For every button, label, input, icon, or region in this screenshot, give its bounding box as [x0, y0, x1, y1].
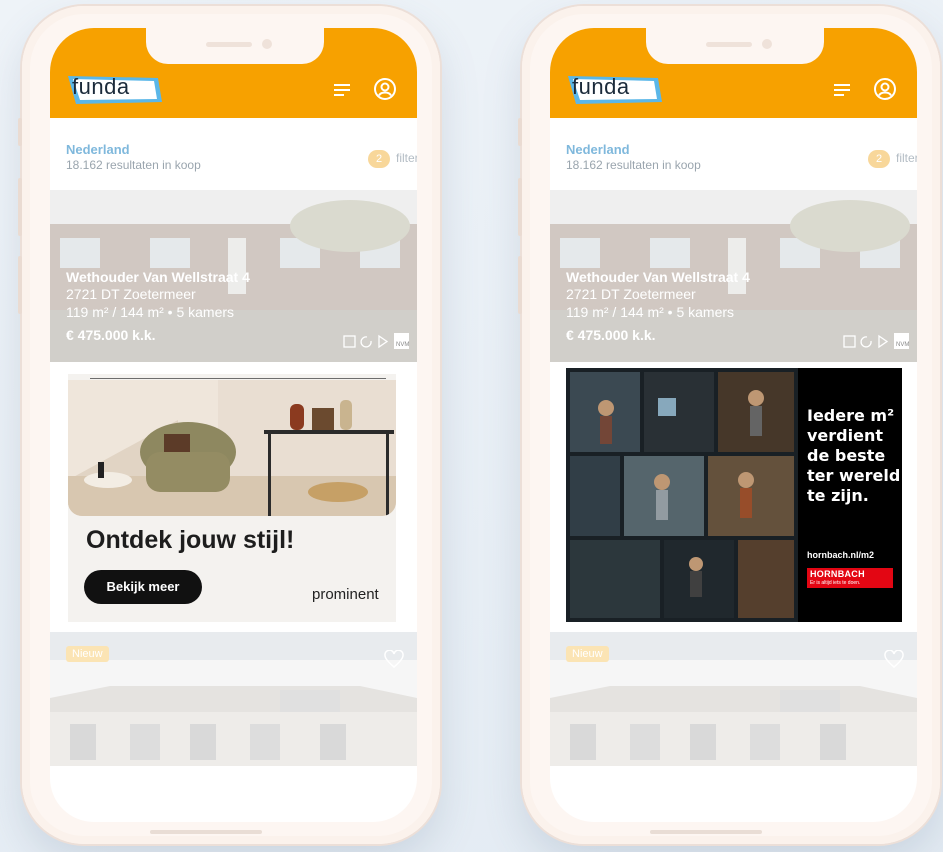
nvm-icon: NVM [394, 333, 409, 349]
nvm-icon: NVM [894, 333, 909, 349]
svg-text:NVM: NVM [896, 342, 909, 348]
ad-divider [90, 378, 386, 379]
listing-media-icons: NVM [343, 333, 409, 349]
filters-button[interactable]: filters [396, 151, 417, 165]
results-count: 18.162 resultaten in koop [566, 158, 701, 172]
ad-slogan: Iedere m² verdient de beste ter wereld t… [807, 406, 900, 506]
listing-info: Wethouder Van Wellstraat 4 2721 DT Zoete… [66, 268, 250, 343]
ad-slogan-line: ter wereld [807, 466, 901, 485]
heart-icon[interactable] [384, 650, 404, 668]
phone-screen: funda Nederland 18.162 resultaten in koo… [50, 28, 417, 822]
speaker [206, 42, 252, 47]
play-icon [378, 334, 389, 349]
phone-right: funda Nederland 18.162 resultaten in koo… [518, 6, 940, 844]
listing-price: € 475.000 k.k. [566, 327, 656, 343]
new-badge: Nieuw [66, 646, 109, 662]
listing-media-icons: NVM [843, 333, 909, 349]
home-indicator [150, 830, 262, 834]
svg-text:NVM: NVM [396, 342, 409, 348]
filters-button[interactable]: filters [896, 151, 917, 165]
heart-icon[interactable] [884, 650, 904, 668]
phone-notch [646, 28, 824, 64]
ad-slogan-line: te zijn. [807, 486, 869, 505]
camera [262, 39, 272, 49]
bookmark-icon [343, 335, 356, 348]
listing-size: 119 m² / 144 m² • 5 kamers [566, 304, 735, 320]
ad-photo-rooms-collage [566, 368, 798, 622]
filter-count-badge[interactable]: 2 [368, 150, 390, 168]
volume-down-button [18, 256, 22, 314]
advertisement-prominent[interactable]: Ontdek jouw stijl! Bekijk meer prominent [68, 374, 396, 622]
volume-up-button [18, 178, 22, 236]
speaker [706, 42, 752, 47]
listing-size: 119 m² / 144 m² • 5 kamers [66, 304, 235, 320]
menu-icon[interactable] [332, 80, 352, 100]
ad-cta-button[interactable]: Bekijk meer [84, 570, 202, 604]
volume-up-button [518, 178, 522, 236]
bookmark-icon [843, 335, 856, 348]
new-badge: Nieuw [566, 646, 609, 662]
ad-slogan-line: de beste [807, 446, 886, 465]
search-location: Nederland [66, 142, 130, 157]
search-location: Nederland [566, 142, 630, 157]
listing-card-second[interactable]: Nieuw [50, 632, 417, 766]
play-icon [878, 334, 889, 349]
results-summary: Nederland 18.162 resultaten in koop 2 fi… [66, 142, 417, 182]
ad-slogan-line: Iedere m² [807, 406, 895, 425]
listing-address: Wethouder Van Wellstraat 4 [566, 269, 750, 285]
listing-address: Wethouder Van Wellstraat 4 [66, 269, 250, 285]
hornbach-logo-text: HORNBACH [810, 569, 865, 579]
listing-price: € 475.000 k.k. [66, 327, 156, 343]
refresh-icon [860, 336, 872, 348]
ad-url[interactable]: hornbach.nl/m2 [807, 550, 874, 560]
ad-brand-logo: prominent [312, 586, 379, 603]
listing-city: 2721 DT Zoetermeer [66, 286, 196, 302]
ad-slogan-line: verdient [807, 426, 883, 445]
hornbach-tagline: Er is altijd iets te doen. [810, 580, 861, 586]
phone-left: funda Nederland 18.162 resultaten in koo… [18, 6, 440, 844]
user-icon[interactable] [873, 77, 897, 101]
phone-notch [146, 28, 324, 64]
listing-card-second[interactable]: Nieuw [550, 632, 917, 766]
listing-card[interactable]: Wethouder Van Wellstraat 4 2721 DT Zoete… [50, 190, 417, 362]
refresh-icon [360, 336, 372, 348]
menu-icon[interactable] [832, 80, 852, 100]
hornbach-logo: HORNBACH Er is altijd iets te doen. [807, 568, 893, 588]
camera [762, 39, 772, 49]
listing-city: 2721 DT Zoetermeer [566, 286, 696, 302]
advertisement-hornbach[interactable]: Iedere m² verdient de beste ter wereld t… [566, 368, 902, 622]
mute-button [518, 118, 522, 146]
listing-card[interactable]: Wethouder Van Wellstraat 4 2721 DT Zoete… [550, 190, 917, 362]
brand-name: funda [572, 74, 630, 99]
results-summary: Nederland 18.162 resultaten in koop 2 fi… [566, 142, 917, 182]
results-count: 18.162 resultaten in koop [66, 158, 201, 172]
home-indicator [650, 830, 762, 834]
mute-button [18, 118, 22, 146]
ad-headline: Ontdek jouw stijl! [86, 526, 295, 554]
filter-count-badge[interactable]: 2 [868, 150, 890, 168]
user-icon[interactable] [373, 77, 397, 101]
phone-screen: funda Nederland 18.162 resultaten in koo… [550, 28, 917, 822]
brand-name: funda [72, 74, 130, 99]
volume-down-button [518, 256, 522, 314]
ad-photo-living-room [68, 380, 396, 516]
listing-info: Wethouder Van Wellstraat 4 2721 DT Zoete… [566, 268, 750, 343]
